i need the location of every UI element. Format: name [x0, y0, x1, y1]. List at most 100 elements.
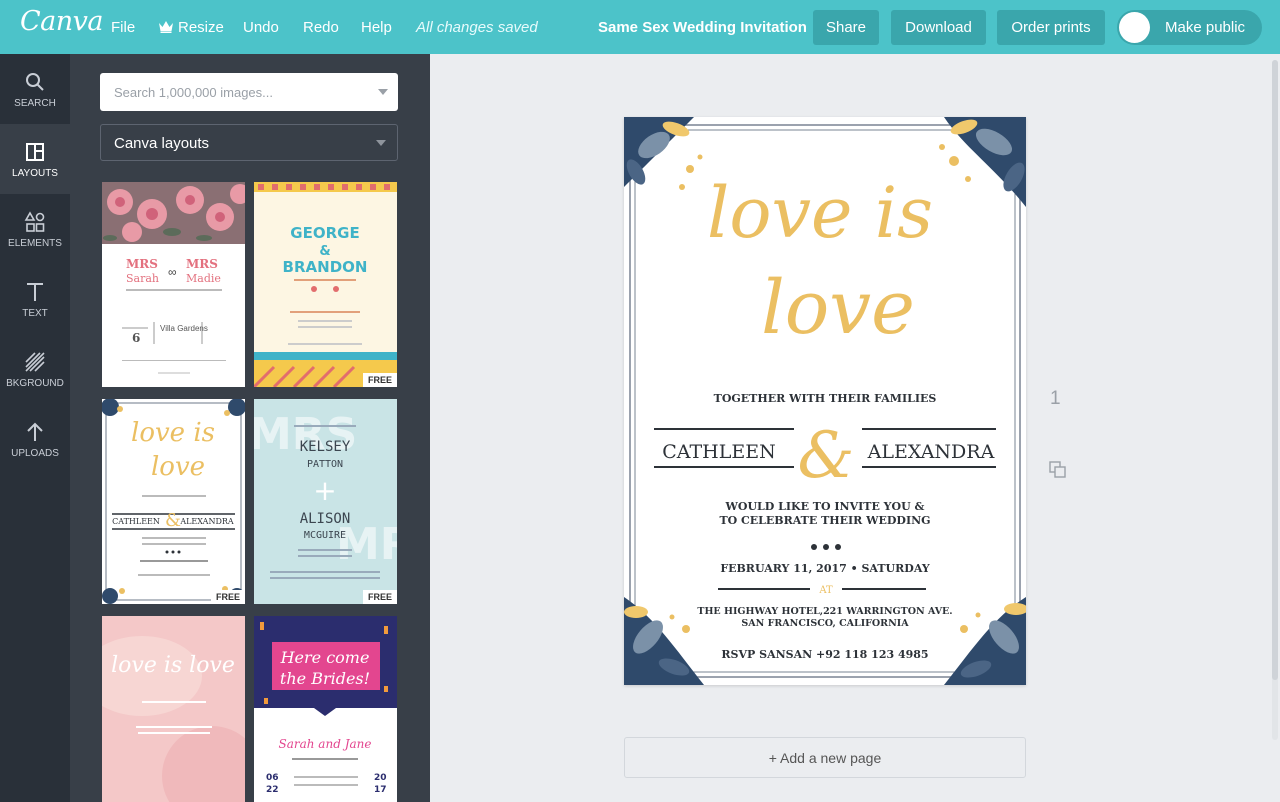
thumb-name: BRANDON: [283, 258, 368, 276]
thumb-date: 17: [374, 785, 387, 795]
download-button[interactable]: Download: [891, 10, 986, 45]
thumb-name: +: [313, 474, 336, 507]
save-status: All changes saved: [416, 19, 538, 36]
pink-watercolor-preview: love is love: [102, 636, 245, 802]
canvas-scrollbar-thumb[interactable]: [1272, 60, 1278, 680]
venue-line-2[interactable]: SAN FRANCISCO, CALIFORNIA: [741, 618, 909, 629]
search-icon: [23, 70, 47, 94]
thumb-date: 06: [266, 773, 279, 783]
thumb-name: MCGUIRE: [304, 530, 346, 541]
layout-thumbnail[interactable]: GEORGE & BRANDON FREE: [254, 182, 397, 387]
resize-label: Resize: [178, 19, 224, 36]
chevron-down-icon: [376, 140, 386, 146]
thumb-name: ALEXANDRA: [179, 517, 234, 526]
corner-foliage-bottom-left: [624, 597, 704, 685]
venue-line-1[interactable]: THE HIGHWAY HOTEL,221 WARRINGTON AVE.: [697, 606, 952, 617]
thumb-name: the Brides!: [280, 669, 370, 688]
sidebar-item-label: TEXT: [22, 308, 48, 319]
corner-foliage-bottom-right: [944, 597, 1028, 685]
layout-thumbnail[interactable]: love is love: [102, 616, 245, 802]
thumb-name: MRS: [126, 257, 158, 271]
thumb-name: PATTON: [307, 459, 343, 470]
sidebar: SEARCH LAYOUTS ELEMENTS TEXT BKGROUND UP…: [0, 54, 70, 802]
thumb-date: 20: [374, 773, 387, 783]
image-search: [100, 73, 398, 111]
text-icon: [23, 280, 47, 304]
search-input[interactable]: [100, 73, 370, 111]
thumb-venue: Villa Gardens: [160, 324, 208, 333]
chevron-down-icon[interactable]: [378, 89, 388, 95]
top-bar: Canva File Resize Undo Redo Help All cha…: [0, 0, 1280, 54]
canva-logo[interactable]: Canva: [20, 6, 104, 37]
layout-thumbnail[interactable]: Here come the Brides! Sarah and Jane 06 …: [254, 616, 397, 802]
rsvp-line[interactable]: RSVP SANSAN +92 118 123 4985: [721, 648, 928, 661]
toggle-knob: [1119, 12, 1150, 43]
sidebar-item-label: SEARCH: [14, 98, 56, 109]
sidebar-item-background[interactable]: BKGROUND: [0, 334, 70, 404]
layout-category-select[interactable]: Canva layouts: [100, 124, 398, 161]
sidebar-item-elements[interactable]: ELEMENTS: [0, 194, 70, 264]
sidebar-item-uploads[interactable]: UPLOADS: [0, 404, 70, 474]
page-number: 1: [1050, 388, 1061, 409]
help-menu[interactable]: Help: [361, 19, 392, 36]
order-prints-button[interactable]: Order prints: [997, 10, 1105, 45]
crown-icon: [158, 20, 174, 37]
kelsey-alison-preview: MRS MRS KELSEY PATTON + ALISON MCGUIRE: [254, 409, 397, 579]
thumb-name: ALISON: [300, 511, 351, 527]
sidebar-item-text[interactable]: TEXT: [0, 264, 70, 334]
thumb-day: 6: [132, 331, 140, 345]
document-title[interactable]: Same Sex Wedding Invitation: [598, 19, 807, 36]
sidebar-item-label: UPLOADS: [11, 448, 59, 459]
make-public-toggle[interactable]: Make public: [1117, 10, 1262, 45]
floral-invitation-preview: MRS MRS Sarah Madie ∞ 6 Villa Gardens: [102, 182, 245, 374]
thumb-date: 22: [266, 785, 279, 795]
free-badge: FREE: [362, 373, 397, 387]
layouts-panel: Canva layouts MRS MRS Sarah Madie ∞ 6 Vi…: [70, 54, 430, 802]
thumb-name: Sarah and Jane: [279, 737, 372, 751]
sidebar-item-search[interactable]: SEARCH: [0, 54, 70, 124]
sidebar-item-label: ELEMENTS: [8, 238, 62, 249]
layout-category-label: Canva layouts: [114, 135, 210, 152]
thumb-name: love: [151, 452, 205, 482]
at-label[interactable]: AT: [818, 585, 833, 596]
thumb-name: love is love: [111, 653, 235, 678]
redo-button[interactable]: Redo: [303, 19, 339, 36]
duplicate-page-icon[interactable]: [1048, 460, 1068, 480]
headline-love[interactable]: love: [761, 265, 915, 351]
event-date[interactable]: FEBRUARY 11, 2017 • SATURDAY: [720, 562, 930, 575]
name-right[interactable]: ALEXANDRA: [867, 441, 995, 463]
invite-line-1[interactable]: WOULD LIKE TO INVITE YOU &: [725, 500, 925, 513]
ampersand[interactable]: &: [798, 419, 855, 493]
undo-button[interactable]: Undo: [243, 19, 279, 36]
design-page[interactable]: love is love TOGETHER WITH THEIR FAMILIE…: [624, 117, 1028, 685]
name-left[interactable]: CATHLEEN: [662, 441, 775, 463]
thumb-name: love is: [131, 418, 215, 448]
invitation-design: love is love TOGETHER WITH THEIR FAMILIE…: [624, 117, 1028, 685]
corner-foliage-top-right: [939, 117, 1026, 207]
file-menu[interactable]: File: [111, 19, 135, 36]
sidebar-item-label: LAYOUTS: [12, 168, 58, 179]
share-button[interactable]: Share: [813, 10, 879, 45]
thumb-name: Here come: [280, 648, 370, 667]
layout-thumbnail[interactable]: MRS MRS Sarah Madie ∞ 6 Villa Gardens: [102, 182, 245, 387]
add-page-button[interactable]: + Add a new page: [624, 737, 1026, 778]
free-badge: FREE: [210, 590, 245, 604]
together-line[interactable]: TOGETHER WITH THEIR FAMILIES: [714, 392, 937, 405]
svg-text:∞: ∞: [168, 265, 177, 279]
thumb-name: Madie: [186, 272, 221, 285]
make-public-label: Make public: [1165, 19, 1246, 36]
layout-thumbnail[interactable]: love is love CATHLEEN ALEXANDRA & FREE: [102, 399, 245, 604]
layouts-icon: [23, 140, 47, 164]
sidebar-item-layouts[interactable]: LAYOUTS: [0, 124, 70, 194]
corner-foliage-top-left: [624, 117, 703, 190]
george-brandon-preview: GEORGE & BRANDON: [254, 182, 397, 387]
elements-icon: [23, 210, 47, 234]
invite-line-2[interactable]: TO CELEBRATE THEIR WEDDING: [719, 514, 930, 527]
resize-menu[interactable]: Resize: [158, 19, 224, 37]
svg-text:&: &: [165, 510, 181, 531]
headline-love-is[interactable]: love is: [707, 172, 933, 254]
dot-divider: [811, 544, 841, 550]
layout-thumbnail[interactable]: MRS MRS KELSEY PATTON + ALISON MCGUIRE F…: [254, 399, 397, 604]
love-is-love-preview: love is love CATHLEEN ALEXANDRA &: [102, 399, 245, 604]
thumb-name: GEORGE: [290, 224, 359, 242]
